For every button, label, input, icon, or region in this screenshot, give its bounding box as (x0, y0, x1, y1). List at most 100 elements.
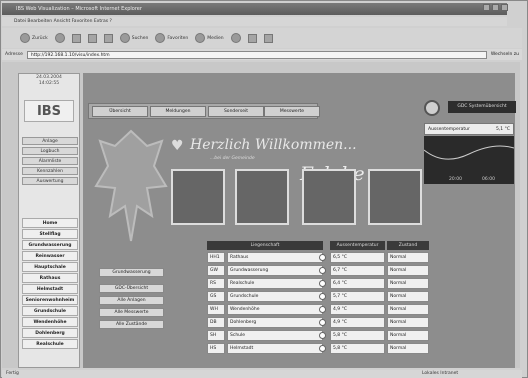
back-button[interactable]: Zurück (20, 33, 48, 43)
address-input[interactable]: http://192.168.1.10/visu/index.htm (26, 50, 487, 59)
table-header-zustand: Zustand (387, 241, 429, 250)
window-title: IBS Web Visualization – Microsoft Intern… (2, 3, 507, 15)
left-button-alle-messwerte[interactable]: Alle Messwerte (99, 308, 164, 317)
sidebar-nav-item[interactable]: Hauptschale (22, 262, 78, 272)
sidebar-button-alarmliste[interactable]: Alarmliste (22, 157, 78, 165)
row-name: Wendenhöhe (227, 304, 323, 315)
go-button[interactable]: Wechseln zu (491, 52, 519, 57)
left-button-alle-anlagen[interactable]: Alle Anlagen (99, 296, 164, 305)
table-row[interactable]: SH Schule 5,8 °C Normal (207, 330, 507, 341)
time-text: 14:02:55 (38, 81, 60, 86)
table-row[interactable]: DB Dohlenberg 4,9 °C Normal (207, 317, 507, 328)
sidebar-nav-item[interactable]: Seniorenwohnheim (22, 295, 78, 305)
status-dot-icon (319, 345, 326, 352)
sidebar-nav-item[interactable]: Grundwasserung (22, 240, 78, 250)
table-header-temp: Aussentemperatur (330, 241, 385, 250)
left-button-alle-zustaende[interactable]: Alle Zustände (99, 320, 164, 329)
home-icon (103, 33, 113, 43)
row-state: Normal (387, 343, 429, 354)
tab-meldungen[interactable]: Meldungen (150, 106, 206, 117)
sidebar-button-anlage[interactable]: Anlage (22, 137, 78, 145)
ibs-logo: IBS (24, 100, 74, 122)
welcome-subtitle: ...bei der Gemeinde (210, 156, 255, 161)
maximize-button[interactable] (492, 4, 499, 11)
stop-button[interactable] (71, 33, 81, 43)
row-state: Normal (387, 265, 429, 276)
favorites-button[interactable]: Favoriten (155, 33, 188, 43)
row-state: Normal (387, 278, 429, 289)
sidebar-nav-item[interactable]: Rathaus (22, 273, 78, 283)
sidebar-button-kennzahlen[interactable]: Kennzahlen (22, 167, 78, 175)
row-id: GW (207, 265, 225, 276)
refresh-button[interactable] (87, 33, 97, 43)
left-button-grundwasserung[interactable]: Grundwasserung (99, 268, 164, 277)
tab-messwerte[interactable]: Messwerte (264, 106, 320, 117)
sidebar-nav-item[interactable]: Grundschule (22, 306, 78, 316)
row-name: Rathaus (227, 252, 323, 263)
menu-bar[interactable]: Datei Bearbeiten Ansicht Favoriten Extra… (2, 17, 507, 26)
heart-icon: ♥ (171, 138, 184, 154)
sidebar-button-logbuch[interactable]: Logbuch (22, 147, 78, 155)
minimize-button[interactable] (483, 4, 490, 11)
photo-building-3[interactable] (302, 169, 356, 225)
sidebar-nav-item[interactable]: Dohlenberg (22, 328, 78, 338)
media-button[interactable]: Medien (195, 33, 224, 43)
table-row[interactable]: RS Realschule 6,4 °C Normal (207, 278, 507, 289)
temp-graph-line (423, 145, 515, 160)
status-text: Fertig (6, 371, 19, 376)
home-button[interactable] (103, 33, 113, 43)
stop-icon (71, 33, 81, 43)
table-row[interactable]: GS Grundschule 5,7 °C Normal (207, 291, 507, 302)
row-name: Grundschule (227, 291, 323, 302)
search-button[interactable]: Suchen (119, 33, 148, 43)
row-id: HS (207, 343, 225, 354)
row-temp: 6,7 °C (330, 265, 385, 276)
close-button[interactable] (501, 4, 508, 11)
status-bar: Fertig Lokales Intranet (2, 370, 522, 378)
row-temp: 5,8 °C (330, 343, 385, 354)
system-icon[interactable] (424, 100, 440, 116)
zone-text: Lokales Intranet (422, 371, 459, 376)
print-button[interactable] (263, 33, 273, 43)
row-temp: 6,4 °C (330, 278, 385, 289)
sidebar-nav-item[interactable]: Wendenhöhe (22, 317, 78, 327)
table-row[interactable]: HS Helmstadt 5,8 °C Normal (207, 343, 507, 354)
row-temp: 5,7 °C (330, 291, 385, 302)
sidebar-button-auswertung[interactable]: Auswertung (22, 177, 78, 185)
outdoor-temp-widget: Aussentemperatur 5,1 °C (424, 123, 514, 135)
forward-button[interactable] (54, 33, 65, 43)
table-row[interactable]: WH Wendenhöhe 4,9 °C Normal (207, 304, 507, 315)
row-id: GS (207, 291, 225, 302)
photo-building-4[interactable] (368, 169, 422, 225)
table-header-liegenschaft: Liegenschaft (207, 241, 323, 250)
sidebar-nav-item[interactable]: Stellflag (22, 229, 78, 239)
photo-building-1[interactable] (171, 169, 225, 225)
sidebar-nav-item[interactable]: Helmstadt (22, 284, 78, 294)
tab-uebersicht[interactable]: Übersicht (92, 106, 148, 117)
status-dot-icon (319, 267, 326, 274)
sidebar-nav-item[interactable]: Realschule (22, 339, 78, 349)
welcome-heading: Herzlich Willkommen... (190, 137, 357, 153)
history-button[interactable] (230, 33, 241, 43)
row-state: Normal (387, 252, 429, 263)
temp-graph: 20:00 06:00 (423, 136, 515, 184)
row-state: Normal (387, 317, 429, 328)
tab-sonderseit[interactable]: Sonderseit (208, 106, 264, 117)
browser-toolbar: Zurück Suchen Favoriten Medien (2, 28, 522, 48)
left-button-gdc[interactable]: GDC-Übersicht (99, 284, 164, 293)
row-id: HH1 (207, 252, 225, 263)
row-name: Dohlenberg (227, 317, 323, 328)
table-row[interactable]: HH1 Rathaus 6,5 °C Normal (207, 252, 507, 263)
mail-button[interactable] (247, 33, 257, 43)
row-state: Normal (387, 330, 429, 341)
sidebar-nav-item[interactable]: Reinwasser (22, 251, 78, 261)
table-row[interactable]: GW Grundwasserung 6,7 °C Normal (207, 265, 507, 276)
row-state: Normal (387, 291, 429, 302)
row-name: Helmstadt (227, 343, 323, 354)
history-icon (230, 33, 241, 43)
system-overview-button[interactable]: GDC Systemübersicht (448, 101, 516, 113)
row-name: Schule (227, 330, 323, 341)
photo-building-2[interactable] (235, 169, 289, 225)
date-time: 24.03.2004 14:02:55 (21, 75, 77, 89)
sidebar-nav-item[interactable]: Home (22, 218, 78, 228)
